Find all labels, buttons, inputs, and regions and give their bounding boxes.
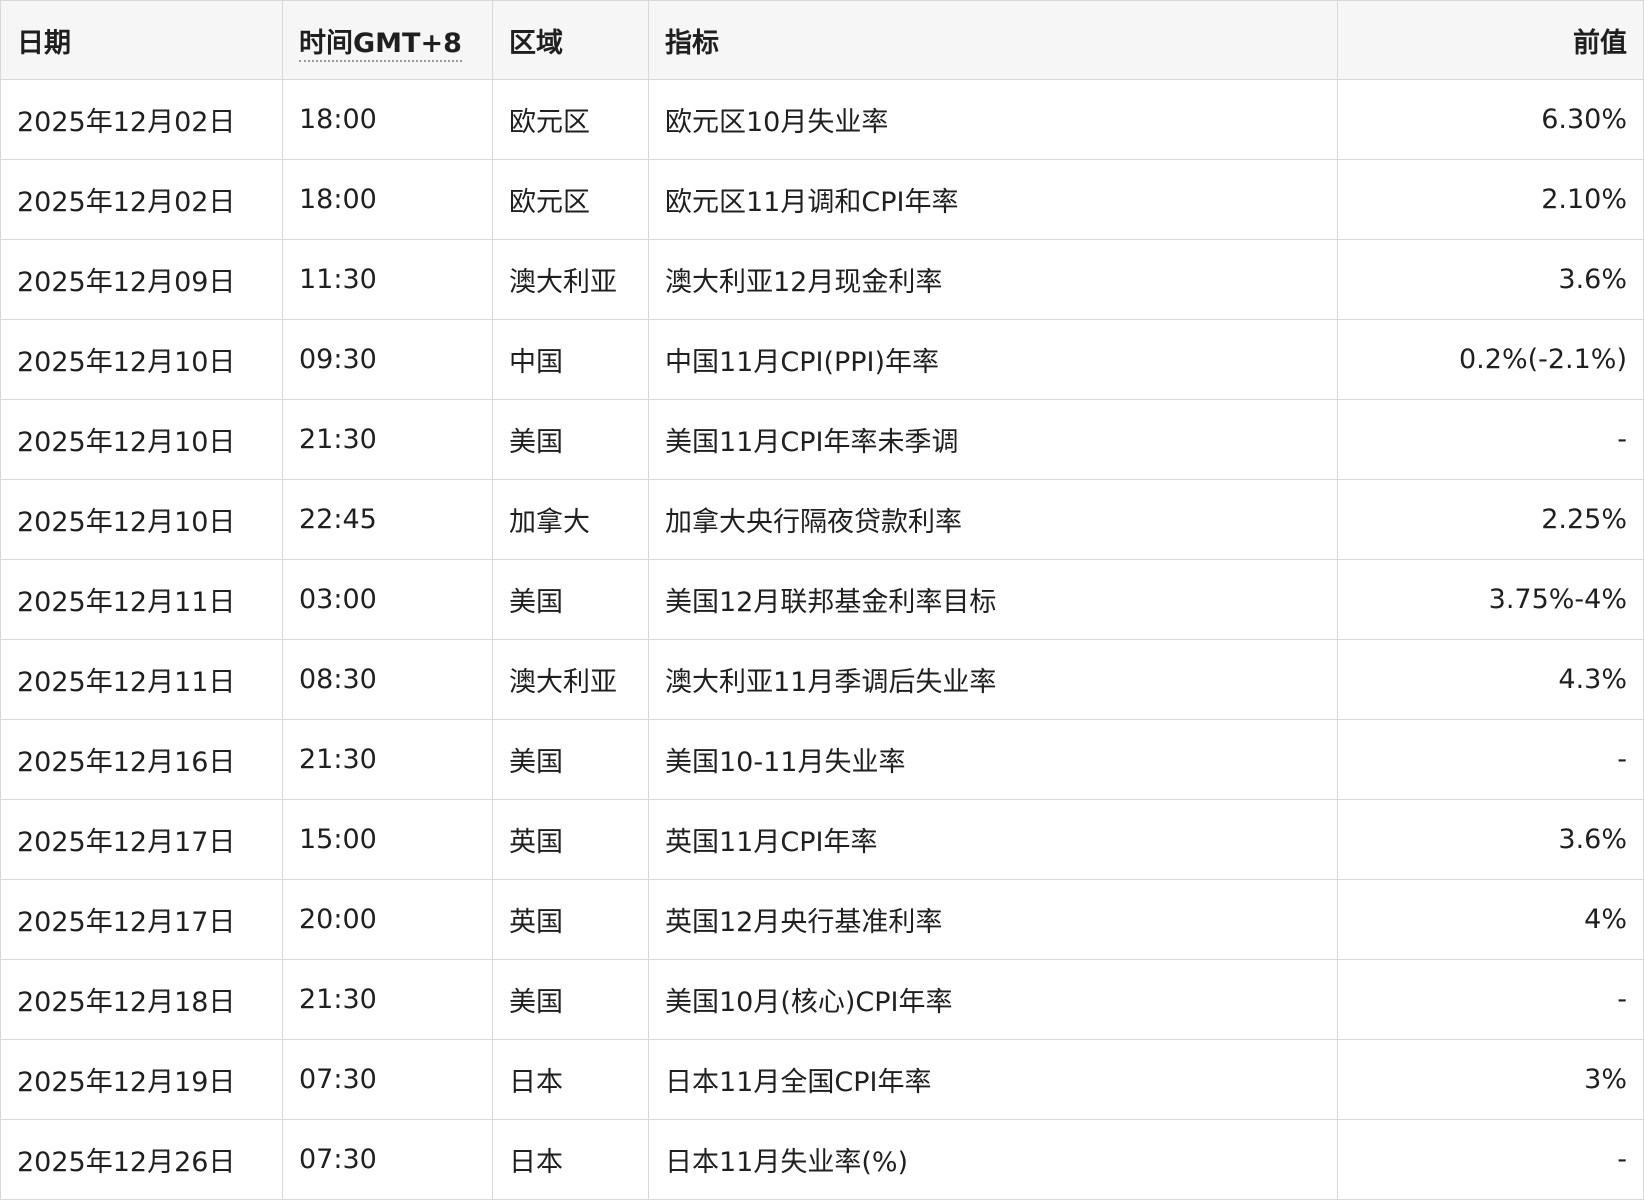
table-row: 2025年12月02日 18:00 欧元区 欧元区10月失业率 6.30% [0, 79, 1644, 160]
cell-previous: 6.30% [1337, 79, 1644, 160]
cell-date: 2025年12月02日 [0, 159, 283, 240]
cell-date: 2025年12月17日 [0, 799, 283, 880]
cell-time: 18:00 [282, 79, 493, 160]
table-row: 2025年12月09日 11:30 澳大利亚 澳大利亚12月现金利率 3.6% [0, 239, 1644, 320]
cell-region: 日本 [492, 1039, 649, 1120]
cell-region: 加拿大 [492, 479, 649, 560]
header-row: 日期 时间GMT+8 区域 指标 前值 [0, 0, 1644, 80]
cell-region: 美国 [492, 959, 649, 1040]
table-row: 2025年12月17日 15:00 英国 英国11月CPI年率 3.6% [0, 799, 1644, 880]
cell-indicator: 加拿大央行隔夜贷款利率 [648, 479, 1338, 560]
table-row: 2025年12月17日 20:00 英国 英国12月央行基准利率 4% [0, 879, 1644, 960]
cell-date: 2025年12月18日 [0, 959, 283, 1040]
table-row: 2025年12月26日 07:30 日本 日本11月失业率(%) - [0, 1119, 1644, 1200]
economic-calendar-table: 日期 时间GMT+8 区域 指标 前值 2025年12月02日 18:00 欧元区欧… [0, 0, 1644, 1200]
cell-date: 2025年12月17日 [0, 879, 283, 960]
cell-previous: - [1337, 719, 1644, 800]
cell-time: 07:30 [282, 1039, 493, 1120]
header-previous: 前值 [1337, 0, 1644, 80]
header-date: 日期 [0, 0, 283, 80]
cell-indicator: 美国11月CPI年率未季调 [648, 399, 1338, 480]
cell-indicator: 美国10月(核心)CPI年率 [648, 959, 1338, 1040]
cell-previous: 4% [1337, 879, 1644, 960]
cell-indicator: 中国11月CPI(PPI)年率 [648, 319, 1338, 400]
cell-date: 2025年12月10日 [0, 479, 283, 560]
cell-indicator: 美国10-11月失业率 [648, 719, 1338, 800]
cell-date: 2025年12月02日 [0, 79, 283, 160]
cell-time: 07:30 [282, 1119, 493, 1200]
cell-date: 2025年12月26日 [0, 1119, 283, 1200]
cell-region: 澳大利亚 [492, 239, 649, 320]
table-header: 日期 时间GMT+8 区域 指标 前值 [0, 0, 1644, 80]
cell-indicator: 澳大利亚11月季调后失业率 [648, 639, 1338, 720]
cell-region: 美国 [492, 719, 649, 800]
cell-region: 欧元区 [492, 159, 649, 240]
cell-indicator: 日本11月全国CPI年率 [648, 1039, 1338, 1120]
cell-time: 21:30 [282, 959, 493, 1040]
header-time: 时间GMT+8 [282, 0, 493, 80]
header-region: 区域 [492, 0, 649, 80]
cell-region: 中国 [492, 319, 649, 400]
cell-region: 英国 [492, 799, 649, 880]
cell-time: 18:00 [282, 159, 493, 240]
cell-indicator: 澳大利亚12月现金利率 [648, 239, 1338, 320]
table-row: 2025年12月18日 21:30 美国 美国10月(核心)CPI年率 - [0, 959, 1644, 1040]
cell-previous: 4.3% [1337, 639, 1644, 720]
cell-region: 美国 [492, 559, 649, 640]
cell-indicator: 欧元区11月调和CPI年率 [648, 159, 1338, 240]
cell-time: 08:30 [282, 639, 493, 720]
header-indicator: 指标 [648, 0, 1338, 80]
cell-indicator: 美国12月联邦基金利率目标 [648, 559, 1338, 640]
cell-indicator: 日本11月失业率(%) [648, 1119, 1338, 1200]
cell-previous: 2.10% [1337, 159, 1644, 240]
cell-indicator: 英国12月央行基准利率 [648, 879, 1338, 960]
cell-indicator: 欧元区10月失业率 [648, 79, 1338, 160]
cell-time: 21:30 [282, 719, 493, 800]
table-row: 2025年12月10日 21:30 美国 美国11月CPI年率未季调 - [0, 399, 1644, 480]
cell-date: 2025年12月19日 [0, 1039, 283, 1120]
cell-previous: 3.75%-4% [1337, 559, 1644, 640]
table-row: 2025年12月11日 08:30 澳大利亚 澳大利亚11月季调后失业率 4.3% [0, 639, 1644, 720]
cell-date: 2025年12月10日 [0, 319, 283, 400]
table-row: 2025年12月10日 22:45 加拿大 加拿大央行隔夜贷款利率 2.25% [0, 479, 1644, 560]
cell-time: 11:30 [282, 239, 493, 320]
table-row: 2025年12月16日 21:30 美国 美国10-11月失业率 - [0, 719, 1644, 800]
table-row: 2025年12月19日 07:30 日本 日本11月全国CPI年率 3% [0, 1039, 1644, 1120]
cell-previous: - [1337, 959, 1644, 1040]
cell-previous: 2.25% [1337, 479, 1644, 560]
cell-indicator: 英国11月CPI年率 [648, 799, 1338, 880]
cell-time: 09:30 [282, 319, 493, 400]
header-time-label[interactable]: 时间GMT+8 [299, 27, 462, 62]
table-row: 2025年12月11日 03:00 美国 美国12月联邦基金利率目标 3.75%-4% [0, 559, 1644, 640]
cell-date: 2025年12月09日 [0, 239, 283, 320]
table-body: 2025年12月02日 18:00 欧元区 欧元区10月失业率 6.30% 2025年12… [0, 79, 1644, 1200]
cell-region: 日本 [492, 1119, 649, 1200]
cell-previous: 3% [1337, 1039, 1644, 1120]
cell-region: 欧元区 [492, 79, 649, 160]
cell-time: 15:00 [282, 799, 493, 880]
cell-previous: - [1337, 399, 1644, 480]
cell-previous: 0.2%(-2.1%) [1337, 319, 1644, 400]
table-row: 2025年12月02日 18:00 欧元区 欧元区11月调和CPI年率 2.10% [0, 159, 1644, 240]
cell-date: 2025年12月10日 [0, 399, 283, 480]
cell-date: 2025年12月11日 [0, 559, 283, 640]
cell-region: 英国 [492, 879, 649, 960]
cell-time: 03:00 [282, 559, 493, 640]
cell-previous: 3.6% [1337, 799, 1644, 880]
cell-previous: 3.6% [1337, 239, 1644, 320]
cell-previous: - [1337, 1119, 1644, 1200]
cell-region: 美国 [492, 399, 649, 480]
cell-time: 20:00 [282, 879, 493, 960]
cell-time: 22:45 [282, 479, 493, 560]
cell-date: 2025年12月16日 [0, 719, 283, 800]
cell-region: 澳大利亚 [492, 639, 649, 720]
cell-date: 2025年12月11日 [0, 639, 283, 720]
table-row: 2025年12月10日 09:30 中国 中国11月CPI(PPI)年率 0.2%(-2… [0, 319, 1644, 400]
cell-time: 21:30 [282, 399, 493, 480]
